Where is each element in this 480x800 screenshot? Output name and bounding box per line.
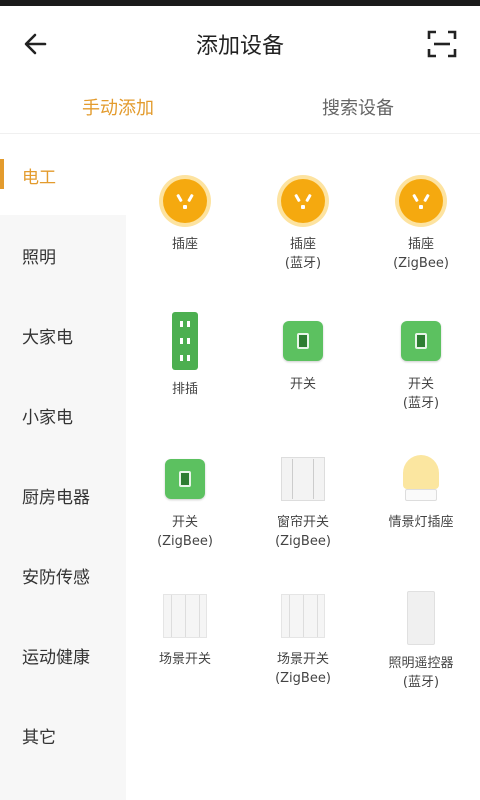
remote-icon [407,591,435,645]
device-label: 照明遥控器 (蓝牙) [388,656,454,690]
sidebar-item-label: 小家电 [22,408,73,428]
device-tile[interactable]: 开关 (ZigBee) [126,453,244,551]
sidebar-item-lighting[interactable]: 照明 [0,215,126,295]
switch-icon [165,459,205,499]
category-sidebar: 电工 照明 大家电 小家电 厨房电器 安防传感 运动健康 其它 [0,135,126,800]
device-tile[interactable]: 插座 (ZigBee) [362,175,480,273]
sidebar-item-label: 照明 [22,248,56,268]
lamp-icon [403,455,439,503]
device-label: 排插 [171,382,198,397]
sidebar-item-electrician[interactable]: 电工 [0,135,126,215]
device-label: 开关 (ZigBee) [157,515,213,549]
sidebar-item-label: 大家电 [22,328,73,348]
socket-icon [399,179,443,223]
switch-icon [283,321,323,361]
sidebar-item-label: 安防传感 [22,568,90,588]
tab-manual-add[interactable]: 手动添加 [82,94,154,120]
sidebar-item-label: 厨房电器 [22,488,90,508]
device-tile[interactable]: 开关 (蓝牙) [362,315,480,413]
device-tile[interactable]: 插座 (蓝牙) [244,175,362,273]
scene-switch-icon [163,594,207,638]
device-label: 插座 (蓝牙) [284,237,322,271]
device-label: 开关 [289,377,316,392]
device-label: 插座 [171,237,198,252]
power-strip-icon [172,312,198,370]
device-label: 情景灯插座 [388,515,454,530]
scene-switch-icon [281,594,325,638]
device-tile[interactable]: 情景灯插座 [362,453,480,532]
sidebar-item-small-appliance[interactable]: 小家电 [0,375,126,455]
device-label: 插座 (ZigBee) [393,237,449,271]
device-label: 窗帘开关 (ZigBee) [275,515,331,549]
page-title: 添加设备 [195,34,284,59]
device-tile[interactable]: 窗帘开关 (ZigBee) [244,453,362,551]
device-tile[interactable]: 插座 [126,175,244,254]
device-grid: 插座 插座 (蓝牙) 插座 (ZigBee) 排插 开关 开关 (蓝牙) 开关 (Zig… [126,135,480,800]
device-tile[interactable]: 排插 [126,310,244,399]
tab-bar: 手动添加 搜索设备 [0,78,480,134]
sidebar-item-label: 电工 [22,168,56,188]
device-tile[interactable]: 开关 [244,315,362,394]
sidebar-item-large-appliance[interactable]: 大家电 [0,295,126,375]
tab-search-device[interactable]: 搜索设备 [322,94,394,120]
device-label: 开关 (蓝牙) [402,377,440,411]
device-tile[interactable]: 照明遥控器 (蓝牙) [362,590,480,692]
socket-icon [163,179,207,223]
scan-button[interactable] [424,26,460,62]
sidebar-item-label: 其它 [22,728,56,748]
sidebar-item-other[interactable]: 其它 [0,695,126,775]
device-label: 场景开关 [158,652,211,667]
socket-icon [281,179,325,223]
sidebar-item-label: 运动健康 [22,648,90,668]
device-tile[interactable]: 场景开关 [126,590,244,669]
device-tile[interactable]: 场景开关 (ZigBee) [244,590,362,688]
scan-icon [427,30,457,58]
active-indicator [0,159,4,189]
curtain-switch-icon [281,457,325,501]
header: 添加设备 [0,6,480,78]
sidebar-item-health[interactable]: 运动健康 [0,615,126,695]
sidebar-item-kitchen[interactable]: 厨房电器 [0,455,126,535]
sidebar-item-security[interactable]: 安防传感 [0,535,126,615]
device-label: 场景开关 (ZigBee) [275,652,331,686]
switch-icon [401,321,441,361]
